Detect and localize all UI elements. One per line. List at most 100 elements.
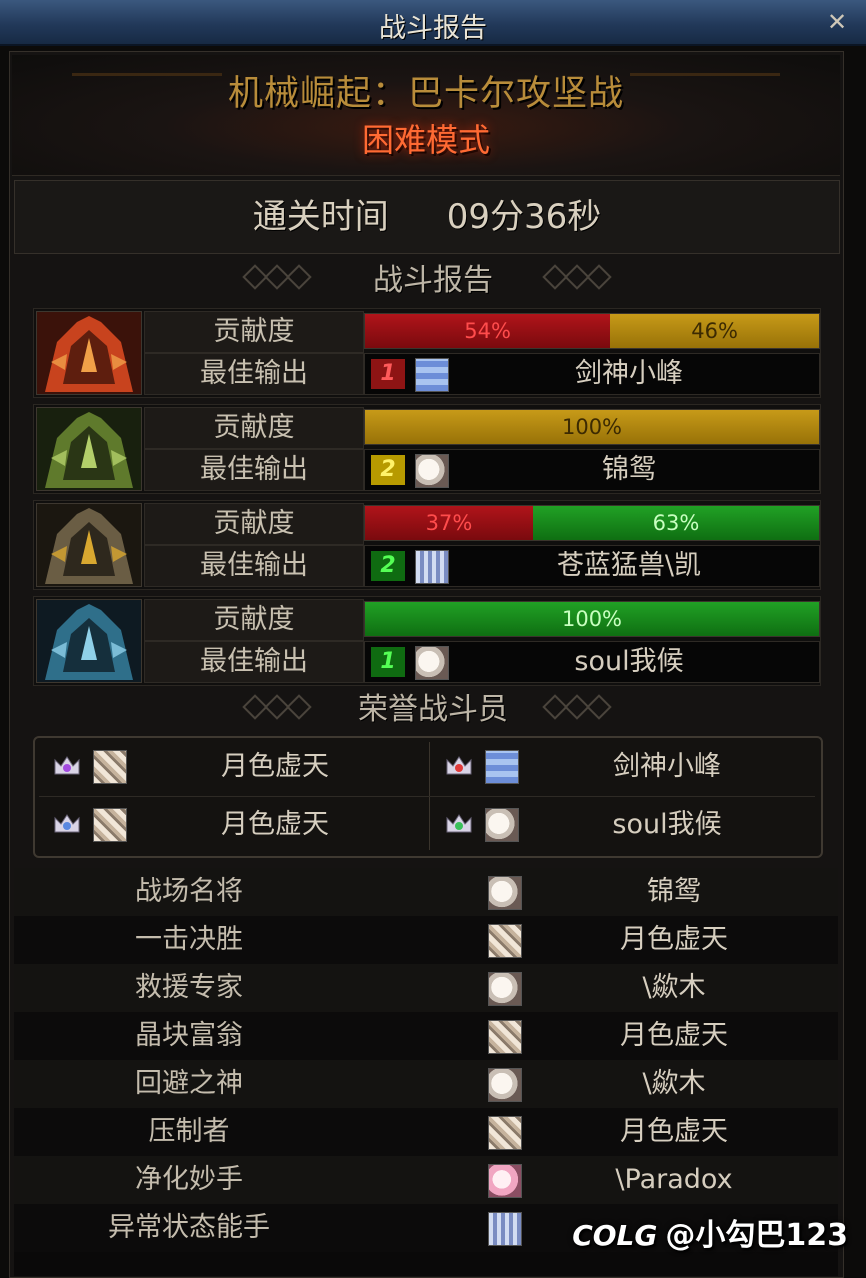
award-row: 压制者 月色虚天 xyxy=(14,1108,838,1156)
avatar xyxy=(488,972,522,1006)
crown-icon xyxy=(446,814,472,833)
watermark-text: @小勾巴123 xyxy=(665,1218,848,1253)
title-bar: 战斗报告 ✕ xyxy=(0,0,866,46)
contribution-segment: 54% xyxy=(365,314,611,348)
best-damage-row: 2 锦鸳 xyxy=(364,449,820,491)
contribution-segment: 46% xyxy=(610,314,819,348)
best-damage-label: 最佳输出 xyxy=(144,545,364,587)
avatar xyxy=(415,646,449,680)
crown-icon xyxy=(54,814,80,833)
player-name: 锦鸳 xyxy=(647,876,701,907)
avatar xyxy=(488,1068,522,1102)
boss-row: 贡献度 最佳输出 100% 1 soul我候 xyxy=(33,596,821,686)
avatar xyxy=(488,1212,522,1246)
rank-badge: 1 xyxy=(371,359,405,389)
award-title: 一击决胜 xyxy=(135,924,243,955)
contribution-label: 贡献度 xyxy=(144,407,364,449)
award-title: 救援专家 xyxy=(135,972,243,1003)
avatar xyxy=(485,808,519,842)
contribution-bar: 100% xyxy=(364,409,820,445)
green-dragon-boss-icon xyxy=(36,407,142,491)
watermark: COLG @小勾巴123 xyxy=(572,1210,848,1254)
player-name: \歘木 xyxy=(642,972,706,1003)
award-row: 净化妙手 \Paradox xyxy=(14,1156,838,1204)
avatar xyxy=(415,454,449,488)
ornament-right-icon xyxy=(542,264,612,290)
player-name: 月色虚天 xyxy=(620,924,728,955)
honor-entry: 月色虚天 xyxy=(35,738,425,794)
clear-time-label: 通关时间 xyxy=(252,197,389,237)
rank-badge: 1 xyxy=(371,647,405,677)
contribution-bar: 54% 46% xyxy=(364,313,820,349)
honor-entry: 剑神小峰 xyxy=(427,738,817,794)
award-row: 晶块富翁 月色虚天 xyxy=(14,1012,838,1060)
player-name: 月色虚天 xyxy=(620,1116,728,1147)
award-row: 救援专家 \歘木 xyxy=(14,964,838,1012)
avatar xyxy=(93,750,127,784)
award-title: 回避之神 xyxy=(135,1068,243,1099)
rank-badge: 2 xyxy=(371,455,405,485)
contribution-bar: 37% 63% xyxy=(364,505,820,541)
best-damage-row: 1 soul我候 xyxy=(364,641,820,683)
dungeon-banner: 机械崛起：巴卡尔攻坚战 困难模式 xyxy=(12,55,840,176)
avatar xyxy=(488,1116,522,1150)
contribution-segment: 100% xyxy=(365,410,819,444)
crown-icon xyxy=(446,756,472,775)
player-name: \Paradox xyxy=(615,1164,733,1195)
boss-row: 贡献度 最佳输出 100% 2 锦鸳 xyxy=(33,404,821,494)
award-title: 压制者 xyxy=(148,1116,230,1147)
best-damage-row: 2 苍蓝猛兽\凯 xyxy=(364,545,820,587)
contribution-label: 贡献度 xyxy=(144,599,364,641)
player-name: 锦鸳 xyxy=(602,454,656,485)
award-row: 回避之神 \歘木 xyxy=(14,1060,838,1108)
ornament-right-icon xyxy=(542,694,612,720)
award-title: 异常状态能手 xyxy=(108,1212,270,1243)
close-icon[interactable]: ✕ xyxy=(822,8,852,36)
avatar xyxy=(488,1164,522,1198)
contribution-label: 贡献度 xyxy=(144,311,364,353)
player-name: soul我候 xyxy=(574,646,684,677)
award-title: 晶块富翁 xyxy=(135,1020,243,1051)
player-name: 月色虚天 xyxy=(620,1020,728,1051)
red-dragon-boss-icon xyxy=(36,311,142,395)
blue-dragon-boss-icon xyxy=(36,599,142,683)
honor-panel: 月色虚天 剑神小峰 月色虚天 soul我候 xyxy=(33,736,823,858)
contribution-segment: 37% xyxy=(365,506,533,540)
avatar xyxy=(485,750,519,784)
contribution-segment: 63% xyxy=(532,506,819,540)
avatar xyxy=(415,550,449,584)
clear-time-panel: 通关时间 09分36秒 xyxy=(14,180,840,254)
contribution-label: 贡献度 xyxy=(144,503,364,545)
player-name: 剑神小峰 xyxy=(575,358,683,389)
player-name: soul我候 xyxy=(612,809,722,840)
best-damage-label: 最佳输出 xyxy=(144,353,364,395)
window-title: 战斗报告 xyxy=(379,13,487,44)
award-title: 战场名将 xyxy=(135,876,243,907)
player-name: 苍蓝猛兽\凯 xyxy=(556,550,702,581)
boss-row: 贡献度 最佳输出 54% 46% 1 剑神小峰 xyxy=(33,308,821,398)
avatar xyxy=(415,358,449,392)
section-title-honor: 荣誉战斗员 xyxy=(358,692,508,727)
honor-entry: soul我候 xyxy=(427,796,817,852)
best-damage-label: 最佳输出 xyxy=(144,641,364,683)
avatar xyxy=(488,1020,522,1054)
contribution-bar: 100% xyxy=(364,601,820,637)
colg-logo: COLG xyxy=(572,1219,658,1252)
dungeon-name: 机械崛起：巴卡尔攻坚战 xyxy=(227,74,624,114)
best-damage-label: 最佳输出 xyxy=(144,449,364,491)
avatar xyxy=(93,808,127,842)
avatar xyxy=(488,876,522,910)
gold-dragon-boss-icon xyxy=(36,503,142,587)
player-name: 月色虚天 xyxy=(221,751,329,782)
player-name: \歘木 xyxy=(642,1068,706,1099)
clear-time-value: 09分36秒 xyxy=(446,197,602,237)
contribution-segment: 100% xyxy=(365,602,819,636)
rank-badge: 2 xyxy=(371,551,405,581)
best-damage-row: 1 剑神小峰 xyxy=(364,353,820,395)
player-name: 月色虚天 xyxy=(221,809,329,840)
player-name: 剑神小峰 xyxy=(613,751,721,782)
award-row: 一击决胜 月色虚天 xyxy=(14,916,838,964)
crown-icon xyxy=(54,756,80,775)
avatar xyxy=(488,924,522,958)
award-row: 战场名将 锦鸳 xyxy=(14,868,838,916)
